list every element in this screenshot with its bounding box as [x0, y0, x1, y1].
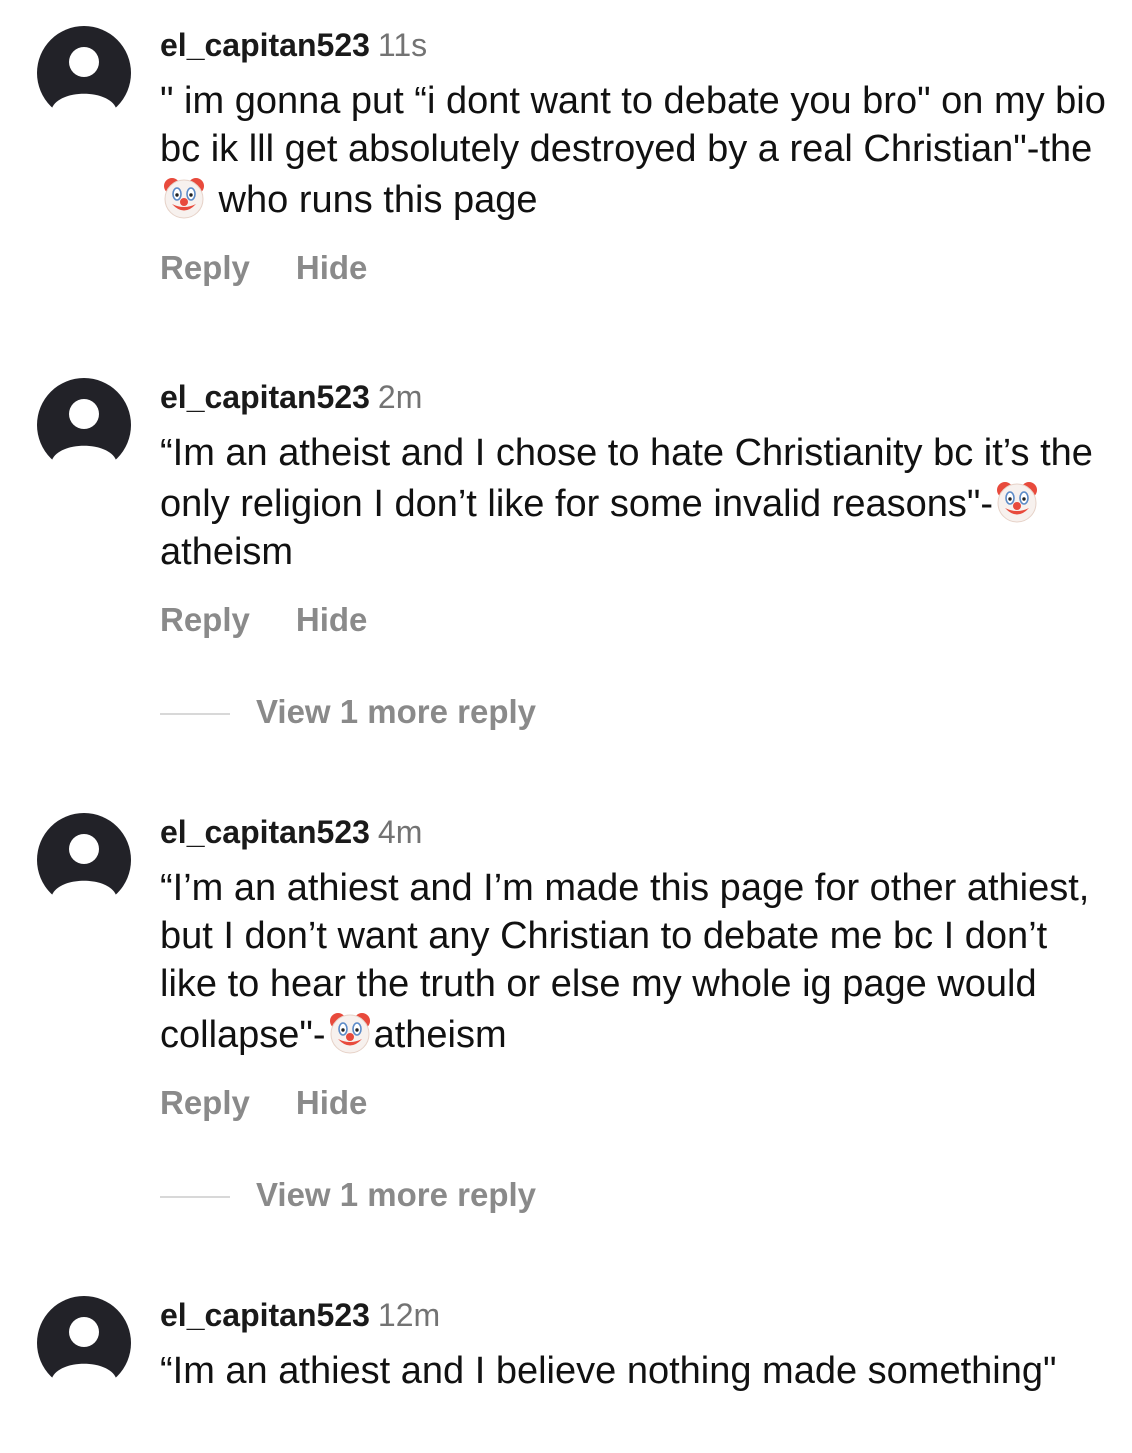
reply-thread-line [160, 713, 230, 716]
comment-text-part: atheism [160, 531, 294, 573]
clown-face-icon [993, 477, 1041, 525]
comment-text-part: “Im an atheist and I chose to hate Chris… [160, 432, 1093, 525]
timestamp: 11s [377, 27, 428, 63]
username-link[interactable]: el_capitan523 [160, 379, 370, 415]
comment-actions: Reply Hide [160, 248, 1110, 288]
timestamp: 12m [377, 1297, 441, 1333]
reply-button[interactable]: Reply [160, 248, 250, 288]
comment-header: el_capitan523 4m [160, 812, 1110, 852]
username-link[interactable]: el_capitan523 [160, 1297, 370, 1333]
timestamp: 4m [377, 814, 423, 850]
comment-text-part: who runs this page [208, 179, 538, 221]
timestamp: 2m [377, 379, 423, 415]
username-link[interactable]: el_capitan523 [160, 814, 370, 850]
comment-text-part: “I’m an athiest and I’m made this page f… [160, 867, 1090, 1056]
username-link[interactable]: el_capitan523 [160, 27, 370, 63]
comment-body: el_capitan523 12m “Im an athiest and I be… [160, 1295, 1110, 1395]
avatar-icon[interactable] [36, 25, 132, 121]
comment-text: “Im an atheist and I chose to hate Chris… [160, 429, 1110, 576]
comment-text-part: " im gonna put “i dont want to debate yo… [160, 80, 1106, 170]
comment-header: el_capitan523 2m [160, 377, 1110, 417]
comment-text-part: “Im an athiest and I believe nothing mad… [160, 1350, 1057, 1392]
avatar-icon[interactable] [36, 812, 132, 908]
hide-button[interactable]: Hide [296, 1083, 368, 1123]
comment-body: el_capitan523 4m “I’m an athiest and I’m … [160, 812, 1110, 1123]
avatar-icon[interactable] [36, 377, 132, 473]
comment-body: el_capitan523 11s " im gonna put “i dont … [160, 25, 1110, 288]
reply-button[interactable]: Reply [160, 1083, 250, 1123]
comment-text: " im gonna put “i dont want to debate yo… [160, 77, 1110, 224]
comment-text: “I’m an athiest and I’m made this page f… [160, 864, 1110, 1059]
view-more-replies-label: View 1 more reply [256, 1176, 537, 1213]
reply-button[interactable]: Reply [160, 600, 250, 640]
view-more-replies-button[interactable]: View 1 more reply [160, 692, 536, 732]
comment-text-part: atheism [373, 1014, 507, 1056]
clown-face-icon [326, 1008, 374, 1056]
comment-actions: Reply Hide [160, 1083, 1110, 1123]
comment-header: el_capitan523 12m [160, 1295, 1110, 1335]
hide-button[interactable]: Hide [296, 248, 368, 288]
comment-body: el_capitan523 2m “Im an atheist and I cho… [160, 377, 1110, 640]
hide-button[interactable]: Hide [296, 600, 368, 640]
reply-thread-line [160, 1196, 230, 1199]
clown-face-icon [160, 173, 208, 221]
comment-text: “Im an athiest and I believe nothing mad… [160, 1347, 1110, 1395]
comment-header: el_capitan523 11s [160, 25, 1110, 65]
comment-actions: Reply Hide [160, 600, 1110, 640]
view-more-replies-button[interactable]: View 1 more reply [160, 1175, 536, 1215]
view-more-replies-label: View 1 more reply [256, 693, 537, 730]
avatar-icon[interactable] [36, 1295, 132, 1391]
